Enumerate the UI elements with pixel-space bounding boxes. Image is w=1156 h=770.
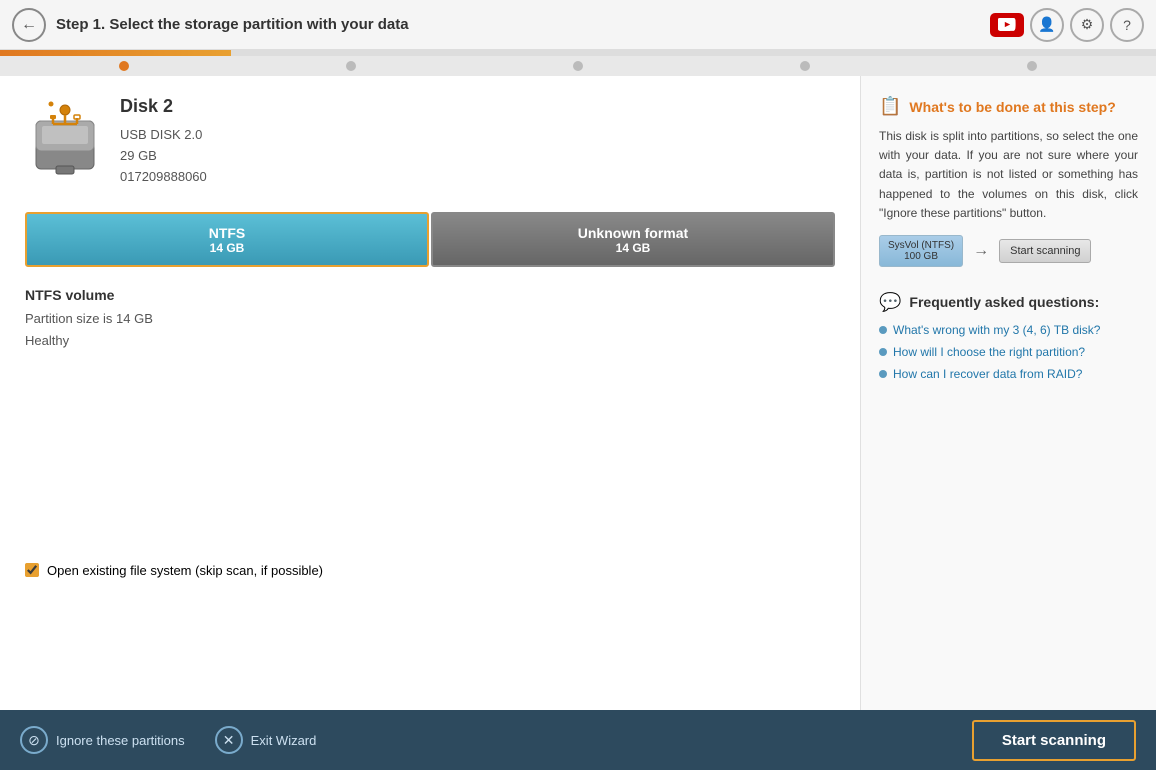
exit-icon: ✕ [215,726,243,754]
partition-ntfs-size: 14 GB [210,241,245,255]
help-section-icon: 📋 [879,96,901,117]
usb-drive-icon [28,96,103,176]
main-content: Disk 2 USB DISK 2.0 29 GB 017209888060 N… [0,76,1156,710]
faq-link-1[interactable]: How will I choose the right partition? [893,345,1085,359]
faq-list: What's wrong with my 3 (4, 6) TB disk? H… [879,323,1138,381]
volume-size: Partition size is 14 GB [25,308,835,330]
partition-unknown[interactable]: Unknown format 14 GB [431,212,835,267]
step-description: Select the storage partition with your d… [109,16,408,33]
faq-item-2: How can I recover data from RAID? [879,367,1138,381]
checkbox-label: Open existing file system (skip scan, if… [47,563,323,578]
settings-button[interactable]: ⚙ [1070,8,1104,42]
ignore-icon: ⊘ [20,726,48,754]
help-title-text: What's to be done at this step? [909,99,1115,115]
footer: ⊘ Ignore these partitions ✕ Exit Wizard … [0,710,1156,770]
user-button[interactable]: 👤 [1030,8,1064,42]
volume-status: Healthy [25,330,835,352]
scan-demo-button[interactable]: Start scanning [999,239,1091,263]
scan-vol-line2: 100 GB [888,251,954,262]
open-filesystem-checkbox[interactable] [25,563,39,577]
faq-dot-0 [879,326,887,334]
faq-section-icon: 💬 [879,292,901,313]
step-label: Step 1. [56,16,105,33]
progress-step-1 [119,61,129,71]
disk-type: USB DISK 2.0 [120,125,207,146]
faq-section: 💬 Frequently asked questions: What's wro… [879,292,1138,381]
progress-step-4 [800,61,810,71]
faq-dot-2 [879,370,887,378]
volume-info: NTFS volume Partition size is 14 GB Heal… [25,287,835,352]
faq-title-row: 💬 Frequently asked questions: [879,292,1138,313]
partition-unknown-size: 14 GB [616,241,651,255]
start-label: Start scanning [1002,732,1106,749]
gear-icon: ⚙ [1081,16,1094,33]
faq-item-1: How will I choose the right partition? [879,345,1138,359]
question-icon: ? [1123,17,1131,33]
faq-link-0[interactable]: What's wrong with my 3 (4, 6) TB disk? [893,323,1100,337]
right-panel: 📋 What's to be done at this step? This d… [861,76,1156,710]
disk-info: Disk 2 USB DISK 2.0 29 GB 017209888060 [25,96,835,187]
faq-link-2[interactable]: How can I recover data from RAID? [893,367,1082,381]
progress-step-2 [346,61,356,71]
help-title-row: 📋 What's to be done at this step? [879,96,1138,117]
ignore-label: Ignore these partitions [56,733,185,748]
partition-unknown-name: Unknown format [578,225,688,241]
scan-demo: SysVol (NTFS) 100 GB → Start scanning [879,235,1138,267]
progress-step-5 [1027,61,1037,71]
partition-ntfs-name: NTFS [209,225,246,241]
start-scanning-button[interactable]: Start scanning [972,720,1136,761]
left-panel: Disk 2 USB DISK 2.0 29 GB 017209888060 N… [0,76,861,710]
back-button[interactable]: ← [12,8,46,42]
disk-title: Disk 2 [120,96,207,117]
ignore-partitions-button[interactable]: ⊘ Ignore these partitions [20,726,185,754]
header-icons: 👤 ⚙ ? [990,8,1144,42]
scan-demo-volume: SysVol (NTFS) 100 GB [879,235,963,267]
faq-item-0: What's wrong with my 3 (4, 6) TB disk? [879,323,1138,337]
disk-details: Disk 2 USB DISK 2.0 29 GB 017209888060 [120,96,207,187]
disk-serial: 017209888060 [120,167,207,188]
progress-bar-container [0,50,1156,56]
progress-steps [0,56,1156,76]
checkbox-row: Open existing file system (skip scan, if… [25,553,835,578]
header-title: Step 1. Select the storage partition wit… [56,16,980,33]
progress-bar-fill [0,50,231,56]
faq-title-text: Frequently asked questions: [909,294,1099,310]
exit-label: Exit Wizard [251,733,317,748]
footer-left: ⊘ Ignore these partitions ✕ Exit Wizard [20,726,942,754]
scan-vol-line1: SysVol (NTFS) [888,240,954,251]
youtube-icon [998,18,1016,32]
back-icon: ← [21,16,37,34]
help-button[interactable]: ? [1110,8,1144,42]
faq-dot-1 [879,348,887,356]
partition-container: NTFS 14 GB Unknown format 14 GB [25,212,835,267]
volume-title: NTFS volume [25,287,835,303]
partition-ntfs[interactable]: NTFS 14 GB [25,212,429,267]
help-description: This disk is split into partitions, so s… [879,127,1138,223]
disk-icon-container [25,96,105,176]
exit-wizard-button[interactable]: ✕ Exit Wizard [215,726,317,754]
scan-arrow-icon: → [973,242,989,260]
help-section: 📋 What's to be done at this step? This d… [879,96,1138,267]
progress-step-3 [573,61,583,71]
youtube-button[interactable] [990,13,1024,37]
disk-size: 29 GB [120,146,207,167]
header: ← Step 1. Select the storage partition w… [0,0,1156,50]
user-icon: 👤 [1038,16,1055,33]
